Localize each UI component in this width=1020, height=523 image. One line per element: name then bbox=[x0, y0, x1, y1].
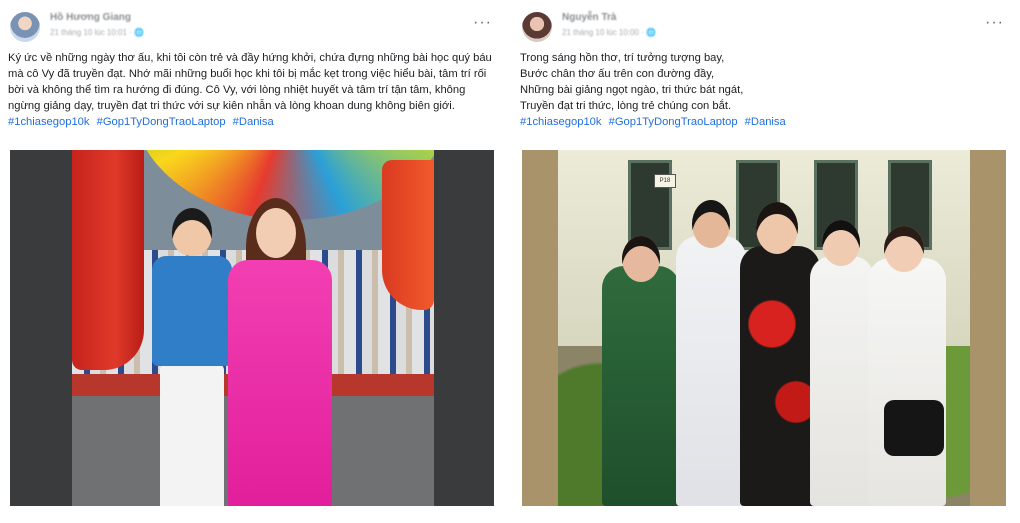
post-text-line: Ký ức về những ngày thơ ấu, khi tôi còn … bbox=[8, 52, 492, 64]
post-text-line: ngừng giảng dạy, truyền đạt tri thức với… bbox=[8, 100, 455, 112]
hashtag-link[interactable]: #Gop1TyDongTraoLaptop bbox=[609, 116, 738, 128]
author-name[interactable]: Nguyễn Trà bbox=[562, 12, 616, 23]
post-header: Hồ Hương Giang 21 tháng 10 lúc 10:01 · 🌐… bbox=[8, 10, 498, 46]
photo-person bbox=[676, 236, 746, 506]
more-options-icon[interactable]: ··· bbox=[985, 15, 1004, 31]
photo-image: P18 bbox=[558, 150, 970, 506]
photo-person bbox=[146, 208, 236, 506]
post-text-line: mà cô Vy đã truyền đạt. Nhớ mãi những bu… bbox=[8, 68, 487, 80]
post-text-line: Truyền đạt tri thức, lòng trẻ chúng con … bbox=[520, 100, 732, 112]
post-photo[interactable]: P18 bbox=[522, 150, 1006, 506]
photo-person bbox=[868, 258, 946, 506]
hashtag-link[interactable]: #Gop1TyDongTraoLaptop bbox=[97, 116, 226, 128]
photo-door-label: P18 bbox=[654, 174, 676, 188]
hashtag-link[interactable]: #Danisa bbox=[745, 116, 786, 128]
hashtags: #1chiasegop10k #Gop1TyDongTraoLaptop #Da… bbox=[520, 116, 1008, 128]
post-card-1: Hồ Hương Giang 21 tháng 10 lúc 10:01 · 🌐… bbox=[6, 4, 502, 519]
post-text: Trong sáng hồn thơ, trí tưởng tượng bay,… bbox=[520, 50, 1008, 114]
hashtags: #1chiasegop10k #Gop1TyDongTraoLaptop #Da… bbox=[8, 116, 496, 128]
post-header: Nguyễn Trà 21 tháng 10 lúc 10:00 · 🌐 ··· bbox=[520, 10, 1010, 46]
photo-person bbox=[602, 266, 680, 506]
post-text: Ký ức về những ngày thơ ấu, khi tôi còn … bbox=[8, 50, 496, 114]
post-text-line: Bước chân thơ ấu trên con đường đầy, bbox=[520, 68, 715, 80]
photo-flag bbox=[72, 150, 144, 370]
post-timestamp[interactable]: 21 tháng 10 lúc 10:00 · 🌐 bbox=[562, 28, 656, 37]
post-card-2: Nguyễn Trà 21 tháng 10 lúc 10:00 · 🌐 ···… bbox=[518, 4, 1014, 519]
photo-bag bbox=[884, 400, 944, 456]
author-name[interactable]: Hồ Hương Giang bbox=[50, 12, 131, 23]
more-options-icon[interactable]: ··· bbox=[473, 15, 492, 31]
avatar[interactable] bbox=[10, 12, 40, 42]
photo-person bbox=[740, 246, 820, 506]
hashtag-link[interactable]: #Danisa bbox=[233, 116, 274, 128]
photo-flag bbox=[382, 160, 434, 310]
photo-person bbox=[224, 198, 334, 506]
avatar[interactable] bbox=[522, 12, 552, 42]
post-photo[interactable] bbox=[10, 150, 494, 506]
post-text-line: Trong sáng hồn thơ, trí tưởng tượng bay, bbox=[520, 52, 725, 64]
post-text-line: bời và không thể tìm ra hướng đi đúng. C… bbox=[8, 84, 466, 96]
post-timestamp[interactable]: 21 tháng 10 lúc 10:01 · 🌐 bbox=[50, 28, 144, 37]
hashtag-link[interactable]: #1chiasegop10k bbox=[520, 116, 602, 128]
photo-person bbox=[810, 256, 874, 506]
photo-image bbox=[72, 150, 434, 506]
post-text-line: Những bài giảng ngọt ngào, tri thức bát … bbox=[520, 84, 744, 96]
hashtag-link[interactable]: #1chiasegop10k bbox=[8, 116, 90, 128]
